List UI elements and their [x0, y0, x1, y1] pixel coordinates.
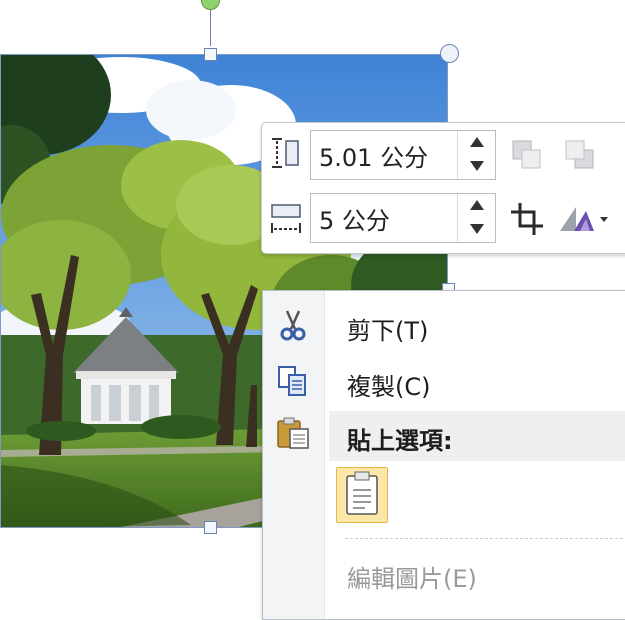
- width-increase-button[interactable]: [458, 194, 495, 218]
- paste-keep-source-button[interactable]: [336, 467, 388, 523]
- send-backward-button[interactable]: [560, 135, 600, 175]
- shape-effects-icon: [560, 207, 608, 231]
- bring-forward-button[interactable]: [507, 135, 547, 175]
- crop-icon: [511, 203, 543, 235]
- menu-item-cut-label: 剪下(T): [347, 317, 429, 345]
- menu-item-copy-label: 複製(C): [347, 373, 431, 401]
- spin-down-icon: [469, 161, 484, 171]
- menu-item-cut[interactable]: 剪下(T): [263, 299, 625, 351]
- mini-toolbar: [261, 122, 625, 254]
- picture-styles-button[interactable]: [556, 199, 616, 239]
- shape-width-spinner: [457, 194, 495, 242]
- scissors-icon: [275, 309, 311, 341]
- shape-height-input[interactable]: [311, 131, 459, 179]
- shape-width-icon: [268, 199, 304, 235]
- shape-width-input[interactable]: [311, 194, 459, 242]
- paste-options-header: 貼上選項:: [329, 411, 625, 461]
- resize-handle-top-right[interactable]: [440, 44, 459, 63]
- spin-up-icon: [469, 200, 484, 210]
- resize-handle-bottom[interactable]: [204, 521, 217, 534]
- menu-item-copy[interactable]: 複製(C): [263, 355, 625, 407]
- height-increase-button[interactable]: [458, 131, 495, 155]
- width-decrease-button[interactable]: [458, 218, 495, 242]
- shape-height-field[interactable]: [310, 130, 496, 180]
- resize-handle-top[interactable]: [204, 48, 217, 61]
- crop-button[interactable]: [507, 199, 547, 239]
- menu-item-edit-picture-label: 編輯圖片(E): [347, 565, 477, 593]
- rotate-connector: [210, 6, 211, 46]
- shape-height-spinner: [457, 131, 495, 179]
- bring-forward-icon: [512, 140, 541, 169]
- spin-up-icon: [469, 137, 484, 147]
- send-backward-icon: [565, 140, 594, 169]
- paste-icon: [275, 417, 311, 449]
- copy-icon: [275, 365, 311, 397]
- menu-item-edit-picture[interactable]: 編輯圖片(E): [263, 547, 625, 599]
- paste-options-label: 貼上選項:: [347, 427, 453, 455]
- spin-down-icon: [469, 224, 484, 234]
- rotate-handle[interactable]: [201, 0, 220, 10]
- paste-keep-source-icon: [346, 471, 378, 515]
- shape-height-icon: [268, 135, 304, 171]
- context-menu: 剪下(T) 複製(C) 貼上選項: 編輯圖片(E): [262, 290, 625, 620]
- shape-width-field[interactable]: [310, 193, 496, 243]
- menu-separator: [345, 538, 625, 539]
- height-decrease-button[interactable]: [458, 155, 495, 179]
